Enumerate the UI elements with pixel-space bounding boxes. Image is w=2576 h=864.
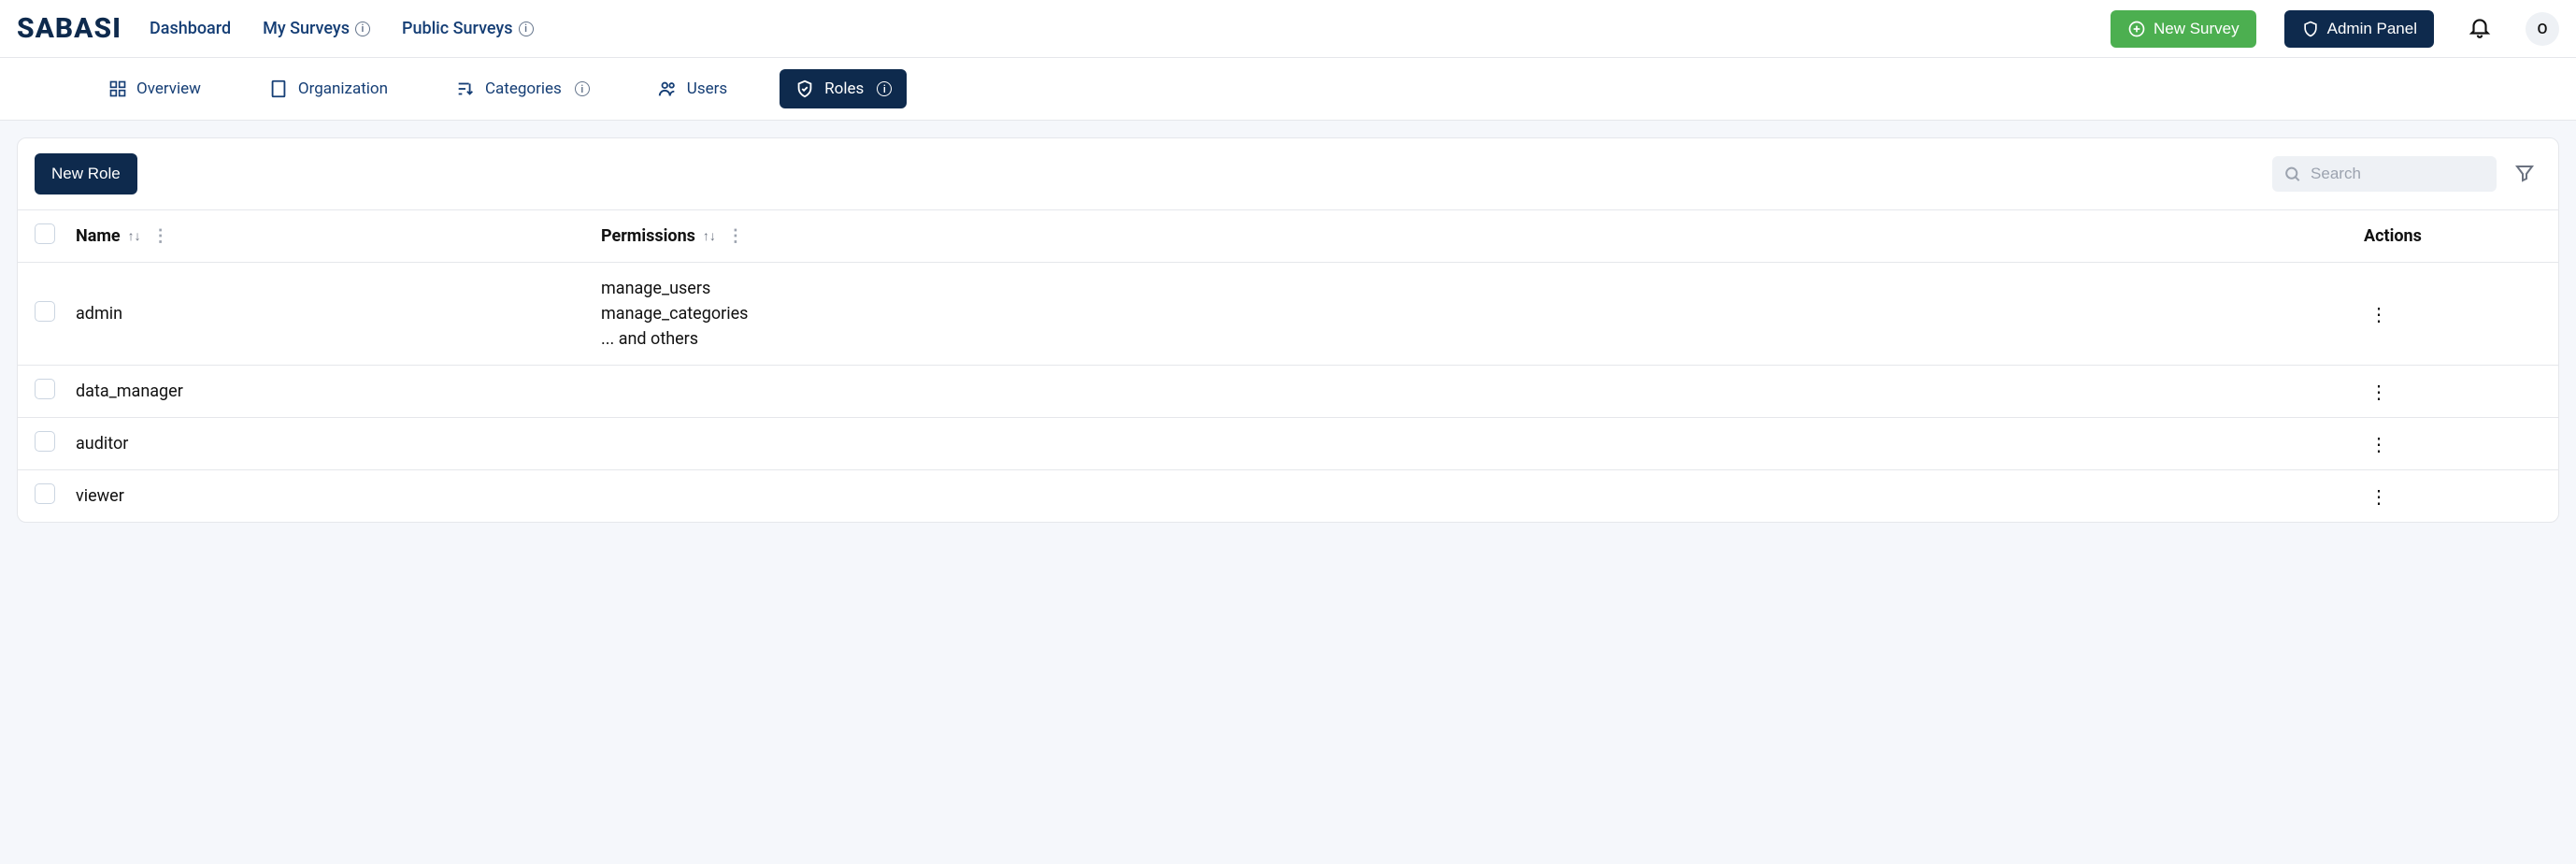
nav-my-surveys-label: My Surveys xyxy=(263,19,350,38)
notifications-button[interactable] xyxy=(2462,9,2497,48)
row-actions-menu[interactable]: ⋮ xyxy=(2364,485,2388,508)
shield-icon xyxy=(2301,20,2320,38)
new-survey-button[interactable]: New Survey xyxy=(2111,10,2256,48)
tab-organization[interactable]: Organization xyxy=(253,69,403,108)
permissions-cell: manage_usersmanage_categories... and oth… xyxy=(590,263,2353,366)
permissions-cell xyxy=(590,366,2353,418)
table-row: auditor ⋮ xyxy=(18,418,2558,470)
select-all-checkbox[interactable] xyxy=(35,223,55,244)
table-row: adminmanage_usersmanage_categories... an… xyxy=(18,263,2558,366)
info-icon[interactable]: i xyxy=(877,81,892,96)
tab-organization-label: Organization xyxy=(298,79,388,98)
column-menu-icon[interactable]: ⋮ xyxy=(149,226,173,246)
user-avatar[interactable]: O xyxy=(2526,12,2559,46)
filter-icon xyxy=(2513,162,2536,184)
permission-item: manage_users xyxy=(601,276,2341,301)
roles-panel: New Role xyxy=(17,137,2559,523)
header-permissions: Permissions xyxy=(601,226,695,246)
roles-table: Name ↑↓ ⋮ Permissions ↑↓ ⋮ Actions xyxy=(18,209,2558,522)
sort-icon[interactable]: ↑↓ xyxy=(128,228,141,244)
bell-icon xyxy=(2468,15,2492,39)
column-menu-icon[interactable]: ⋮ xyxy=(723,226,748,246)
row-checkbox[interactable] xyxy=(35,379,55,399)
permissions-cell xyxy=(590,470,2353,523)
avatar-initial: O xyxy=(2537,20,2547,37)
search-icon xyxy=(2283,164,2301,184)
row-checkbox[interactable] xyxy=(35,301,55,322)
shield-check-icon xyxy=(794,79,815,99)
new-survey-label: New Survey xyxy=(2154,20,2240,38)
header-actions: Actions xyxy=(2364,226,2422,246)
top-navbar: SABASI Dashboard My Surveys i Public Sur… xyxy=(0,0,2576,58)
row-checkbox[interactable] xyxy=(35,483,55,504)
tab-categories[interactable]: Categories i xyxy=(440,69,605,108)
row-checkbox[interactable] xyxy=(35,431,55,452)
table-row: viewer ⋮ xyxy=(18,470,2558,523)
nav-public-surveys[interactable]: Public Surveys i xyxy=(402,19,534,38)
tab-roles-label: Roles xyxy=(824,79,864,98)
sort-desc-icon xyxy=(455,79,476,99)
users-icon xyxy=(657,79,678,99)
nav-public-surveys-label: Public Surveys xyxy=(402,19,513,38)
search-input[interactable] xyxy=(2311,165,2485,183)
permissions-cell xyxy=(590,418,2353,470)
admin-panel-label: Admin Panel xyxy=(2327,20,2417,38)
row-actions-menu[interactable]: ⋮ xyxy=(2364,303,2388,325)
row-actions-menu[interactable]: ⋮ xyxy=(2364,381,2388,403)
header-name: Name xyxy=(76,226,121,246)
search-box[interactable] xyxy=(2272,156,2497,192)
sort-icon[interactable]: ↑↓ xyxy=(703,228,716,244)
nav-dashboard[interactable]: Dashboard xyxy=(150,19,231,38)
brand-logo[interactable]: SABASI xyxy=(17,12,122,45)
role-name-cell: admin xyxy=(66,263,590,366)
admin-panel-button[interactable]: Admin Panel xyxy=(2284,10,2434,48)
permission-item: ... and others xyxy=(601,326,2341,352)
role-name-cell: viewer xyxy=(66,470,590,523)
permission-item: manage_categories xyxy=(601,301,2341,326)
admin-subtabs: Overview Organization Categories i Users xyxy=(0,58,2576,121)
row-actions-menu[interactable]: ⋮ xyxy=(2364,433,2388,455)
tab-users[interactable]: Users xyxy=(642,69,742,108)
tab-categories-label: Categories xyxy=(485,79,562,98)
filter-button[interactable] xyxy=(2508,156,2541,193)
tab-overview[interactable]: Overview xyxy=(93,70,216,108)
new-role-button[interactable]: New Role xyxy=(35,153,137,194)
main-nav-links: Dashboard My Surveys i Public Surveys i xyxy=(150,19,534,38)
role-name-cell: data_manager xyxy=(66,366,590,418)
building-icon xyxy=(268,79,289,99)
tab-users-label: Users xyxy=(687,79,727,98)
table-row: data_manager ⋮ xyxy=(18,366,2558,418)
info-icon[interactable]: i xyxy=(575,81,590,96)
nav-dashboard-label: Dashboard xyxy=(150,19,231,38)
grid-icon xyxy=(108,79,127,98)
tab-roles[interactable]: Roles i xyxy=(780,69,907,108)
info-icon[interactable]: i xyxy=(355,22,370,36)
tab-overview-label: Overview xyxy=(136,79,201,98)
role-name-cell: auditor xyxy=(66,418,590,470)
panel-toolbar: New Role xyxy=(18,138,2558,209)
plus-circle-icon xyxy=(2127,20,2146,38)
nav-my-surveys[interactable]: My Surveys i xyxy=(263,19,370,38)
new-role-label: New Role xyxy=(51,165,121,182)
info-icon[interactable]: i xyxy=(519,22,534,36)
